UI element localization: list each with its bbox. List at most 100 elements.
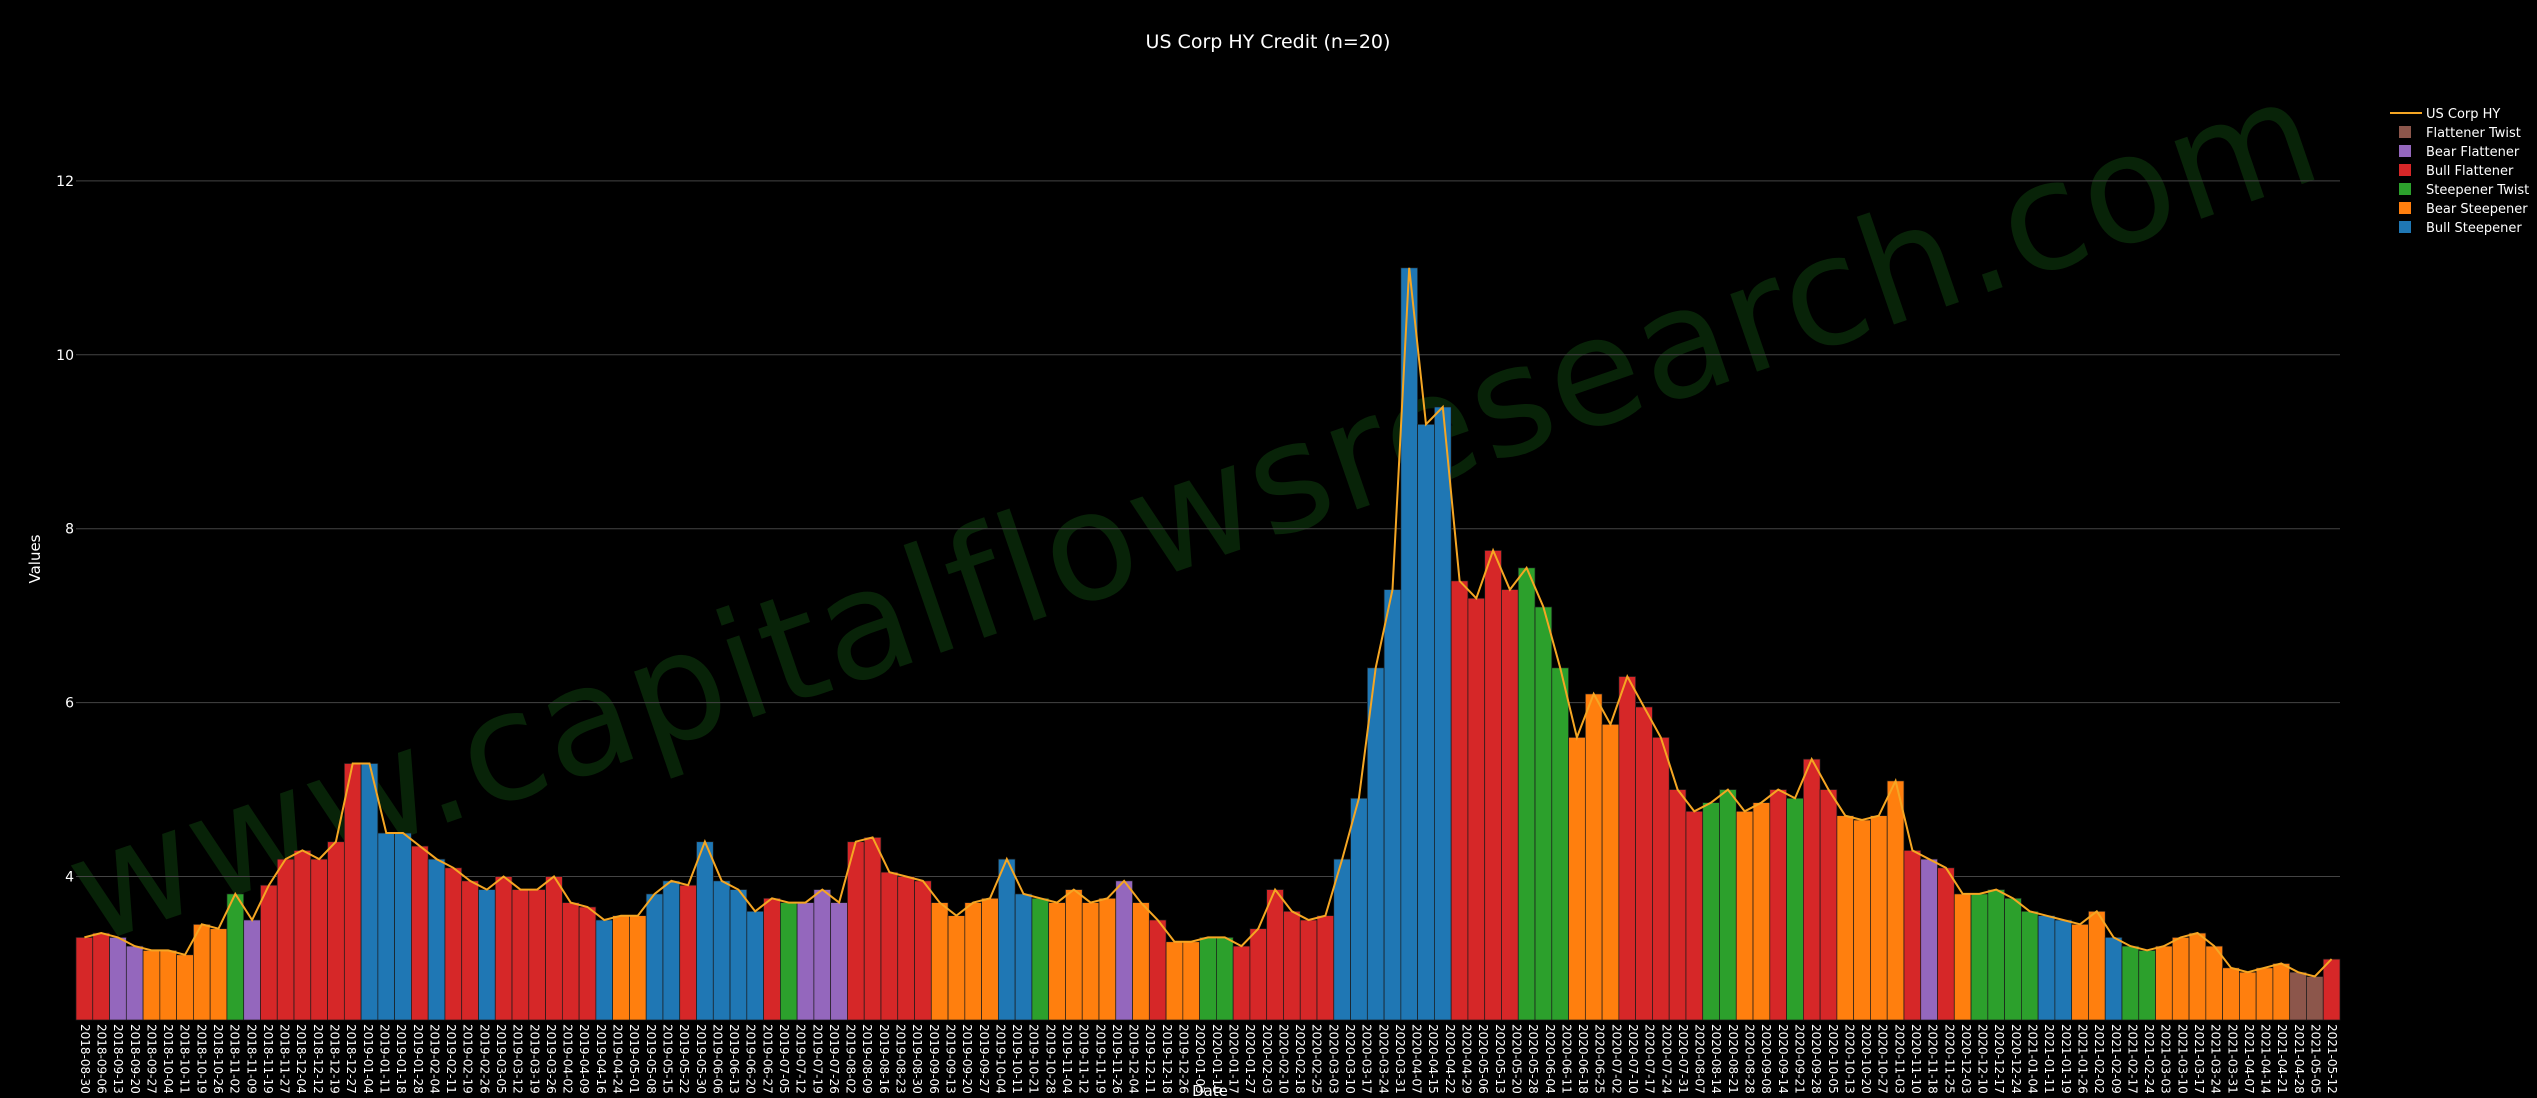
- x-tick-label: 2020-08-21: [1726, 1024, 1740, 1094]
- x-tick-label: 2020-07-24: [1659, 1024, 1673, 1094]
- x-tick-label: 2020-08-28: [1743, 1024, 1757, 1094]
- x-tick-label: 2019-01-28: [411, 1024, 425, 1094]
- regime-bar: [1702, 802, 1720, 1021]
- x-tick-label: 2019-08-02: [844, 1024, 858, 1094]
- regime-bar: [427, 858, 446, 1021]
- x-tick-label: 2018-12-04: [294, 1024, 308, 1094]
- x-tick-label: 2019-06-20: [744, 1024, 758, 1094]
- x-tick-label: 2018-11-27: [278, 1024, 292, 1094]
- x-tick-label: 2020-12-10: [1976, 1024, 1990, 1094]
- x-tick-label: 2021-01-04: [2026, 1024, 2040, 1094]
- legend-label: Bull Flattener: [2426, 164, 2514, 179]
- chart-title: US Corp HY Credit (n=20): [1146, 31, 1391, 53]
- x-tick-label: 2019-03-26: [544, 1024, 558, 1094]
- x-tick-label: 2021-02-09: [2109, 1024, 2123, 1094]
- legend-label: Bull Steepener: [2426, 221, 2522, 236]
- x-tick-label: 2020-04-22: [1443, 1024, 1457, 1094]
- x-tick-label: 2020-12-24: [2009, 1024, 2023, 1094]
- x-tick-label: 2019-05-08: [644, 1024, 658, 1094]
- x-tick-label: 2021-04-21: [2275, 1024, 2289, 1094]
- x-tick-label: 2021-04-28: [2292, 1024, 2306, 1094]
- x-tick-label: 2019-11-19: [1093, 1024, 1107, 1094]
- regime-bar: [293, 850, 312, 1021]
- regime-bar: [863, 837, 882, 1021]
- regime-bar: [1635, 706, 1653, 1021]
- x-tick-label: 2019-06-13: [727, 1024, 741, 1094]
- x-tick-label: 2019-02-19: [461, 1024, 475, 1094]
- x-tick-label: 2021-02-24: [2142, 1024, 2156, 1094]
- regime-bar: [612, 915, 630, 1021]
- regime-bar: [1417, 423, 1435, 1021]
- x-tick-label: 2019-07-26: [827, 1024, 841, 1094]
- regime-bar: [1584, 693, 1603, 1021]
- x-tick-label: 2020-08-07: [1693, 1024, 1707, 1094]
- regime-bar: [1551, 667, 1569, 1021]
- legend-swatch: [2399, 145, 2411, 157]
- x-tick-label: 2019-09-06: [927, 1024, 941, 1094]
- x-tick-label: 2020-11-03: [1892, 1024, 1906, 1094]
- regime-bar: [159, 950, 177, 1021]
- x-tick-label: 2021-04-07: [2242, 1024, 2256, 1094]
- x-tick-label: 2020-02-03: [1260, 1024, 1274, 1094]
- x-tick-label: 2021-03-10: [2175, 1024, 2189, 1094]
- regime-bar: [461, 880, 479, 1021]
- regime-bar: [880, 871, 899, 1021]
- regime-bar: [2255, 967, 2274, 1021]
- y-tick-label: 6: [65, 696, 74, 712]
- x-tick-label: 2020-09-14: [1776, 1024, 1790, 1094]
- regime-bar: [1819, 789, 1838, 1021]
- regime-bar: [511, 889, 530, 1021]
- regime-bar: [2171, 937, 2190, 1021]
- x-tick-label: 2018-10-26: [211, 1024, 225, 1094]
- regime-bar: [243, 919, 261, 1021]
- x-tick-label: 2020-04-07: [1410, 1024, 1424, 1094]
- legend-swatch: [2399, 183, 2411, 195]
- regime-bar: [2322, 958, 2341, 1021]
- regime-bar: [193, 923, 211, 1021]
- regime-bar: [914, 880, 932, 1021]
- regime-bar: [1115, 880, 1133, 1021]
- x-tick-label: 2021-01-19: [2059, 1024, 2073, 1094]
- regime-bar: [830, 902, 848, 1021]
- x-tick-label: 2020-03-24: [1376, 1024, 1390, 1094]
- regime-bar: [2239, 971, 2257, 1021]
- regime-bar: [528, 889, 546, 1021]
- regime-bar: [1802, 758, 1821, 1021]
- regime-bar: [1970, 893, 1989, 1021]
- x-tick-label: 2019-06-06: [710, 1024, 724, 1094]
- regime-bar: [1014, 893, 1033, 1021]
- x-tick-label: 2019-04-09: [577, 1024, 591, 1094]
- regime-bar: [1283, 910, 1301, 1021]
- legend-label: Bear Steepener: [2426, 202, 2528, 217]
- x-tick-label: 2020-02-10: [1276, 1024, 1290, 1094]
- x-tick-label: 2019-08-23: [894, 1024, 908, 1094]
- x-tick-label: 2019-11-26: [1110, 1024, 1124, 1094]
- regime-bar: [1081, 902, 1100, 1021]
- regime-bar: [1434, 406, 1452, 1021]
- x-tick-label: 2020-05-13: [1493, 1024, 1507, 1094]
- x-tick-label: 2019-07-19: [810, 1024, 824, 1094]
- regime-bar: [1534, 606, 1553, 1021]
- regime-bar: [1601, 723, 1620, 1021]
- regime-bar: [2071, 923, 2089, 1021]
- x-tick-label: 2020-09-21: [1792, 1024, 1806, 1094]
- regime-bar: [394, 832, 412, 1021]
- regime-bar: [1216, 937, 1234, 1021]
- regime-bar: [377, 832, 395, 1021]
- x-tick-label: 2018-10-19: [194, 1024, 208, 1094]
- regime-bar: [2037, 915, 2056, 1021]
- regime-bar: [2138, 950, 2156, 1021]
- regime-bar: [847, 841, 865, 1021]
- y-axis-label: Values: [26, 534, 44, 583]
- x-tick-label: 2021-04-14: [2259, 1024, 2273, 1094]
- x-tick-label: 2020-05-06: [1476, 1024, 1490, 1094]
- y-tick-label: 8: [65, 522, 74, 538]
- regime-bar: [981, 897, 999, 1021]
- regime-bar: [1383, 589, 1402, 1021]
- regime-bar: [2004, 897, 2022, 1021]
- regime-bar: [578, 906, 597, 1021]
- x-tick-label: 2021-02-17: [2125, 1024, 2139, 1094]
- regime-bar: [1870, 815, 1888, 1021]
- x-tick-label: 2019-04-16: [594, 1024, 608, 1094]
- regime-bar: [109, 937, 127, 1021]
